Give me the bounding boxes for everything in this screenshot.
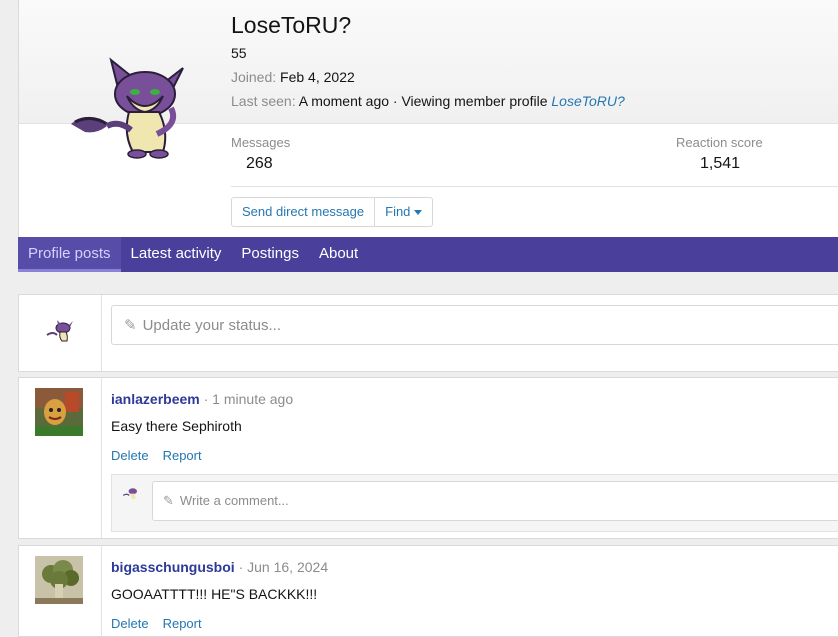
comment-box: ✎ Write a comment... bbox=[111, 474, 838, 532]
stats-divider bbox=[231, 186, 838, 187]
status-gutter bbox=[19, 295, 102, 371]
profile-username: LoseToRU? bbox=[231, 12, 352, 38]
profile-tabs: Profile posts Latest activity Postings A… bbox=[18, 237, 838, 272]
last-seen-row: Last seen: A moment ago · Viewing member… bbox=[231, 93, 625, 109]
tab-latest-activity[interactable]: Latest activity bbox=[121, 237, 232, 272]
post-body: Easy there Sephiroth bbox=[111, 418, 242, 434]
post-body: GOOAATTTT!!! HE"S BACKKK!!! bbox=[111, 586, 318, 602]
status-update-block: ✎ Update your status... bbox=[18, 294, 838, 372]
post-time-separator: · bbox=[203, 391, 209, 407]
pencil-icon: ✎ bbox=[163, 493, 174, 508]
my-avatar-small[interactable] bbox=[45, 319, 75, 343]
post-time-separator: · bbox=[238, 559, 244, 575]
last-seen-profile-link[interactable]: LoseToRU? bbox=[551, 93, 624, 109]
my-avatar-tiny bbox=[122, 488, 137, 499]
profile-post: bigasschungusboi · Jun 16, 2024 GOOAATTT… bbox=[18, 545, 838, 637]
tab-about[interactable]: About bbox=[309, 237, 368, 272]
comment-input[interactable]: ✎ Write a comment... bbox=[152, 481, 838, 521]
delete-link[interactable]: Delete bbox=[111, 448, 149, 463]
report-link[interactable]: Report bbox=[163, 616, 202, 631]
post-gutter bbox=[19, 546, 102, 636]
poster-avatar[interactable] bbox=[35, 556, 83, 604]
post-actions: Delete Report bbox=[111, 448, 216, 463]
find-dropdown-button[interactable]: Find bbox=[374, 198, 432, 226]
pencil-icon: ✎ bbox=[124, 317, 137, 334]
profile-header: LoseToRU? 55 Joined: Feb 4, 2022 Last se… bbox=[18, 0, 838, 237]
reaction-score-label: Reaction score bbox=[676, 135, 763, 150]
chevron-down-icon bbox=[414, 210, 423, 216]
send-direct-message-button[interactable]: Send direct message bbox=[232, 198, 374, 226]
profile-action-buttons: Send direct message Find bbox=[231, 197, 434, 227]
poster-avatar[interactable] bbox=[35, 388, 83, 436]
poster-username[interactable]: bigasschungusboi bbox=[111, 559, 235, 575]
post-timestamp[interactable]: 1 minute ago bbox=[212, 391, 293, 407]
delete-link[interactable]: Delete bbox=[111, 616, 149, 631]
tab-postings[interactable]: Postings bbox=[231, 237, 309, 272]
find-label: Find bbox=[385, 204, 411, 219]
post-timestamp[interactable]: Jun 16, 2024 bbox=[247, 559, 328, 575]
status-placeholder: Update your status... bbox=[142, 317, 281, 334]
post-header: ianlazerbeem · 1 minute ago bbox=[111, 391, 293, 407]
poster-username[interactable]: ianlazerbeem bbox=[111, 391, 200, 407]
report-link[interactable]: Report bbox=[163, 448, 202, 463]
profile-avatar[interactable] bbox=[67, 54, 187, 164]
messages-label: Messages bbox=[231, 135, 291, 150]
status-input[interactable]: ✎ Update your status... bbox=[111, 305, 838, 345]
tab-profile-posts[interactable]: Profile posts bbox=[18, 237, 121, 272]
post-actions: Delete Report bbox=[111, 616, 216, 631]
post-header: bigasschungusboi · Jun 16, 2024 bbox=[111, 559, 328, 575]
last-seen-label: Last seen: bbox=[231, 93, 296, 109]
messages-value[interactable]: 268 bbox=[246, 155, 273, 173]
reaction-score-value[interactable]: 1,541 bbox=[700, 155, 740, 173]
comment-placeholder: Write a comment... bbox=[179, 493, 289, 508]
joined-value: Feb 4, 2022 bbox=[280, 69, 355, 85]
user-title: 55 bbox=[231, 45, 247, 61]
profile-post: ianlazerbeem · 1 minute ago Easy there S… bbox=[18, 377, 838, 539]
last-seen-value: A moment ago · Viewing member profile bbox=[298, 93, 548, 109]
post-gutter bbox=[19, 378, 102, 538]
joined-label: Joined: bbox=[231, 69, 277, 85]
joined-row: Joined: Feb 4, 2022 bbox=[231, 69, 355, 85]
